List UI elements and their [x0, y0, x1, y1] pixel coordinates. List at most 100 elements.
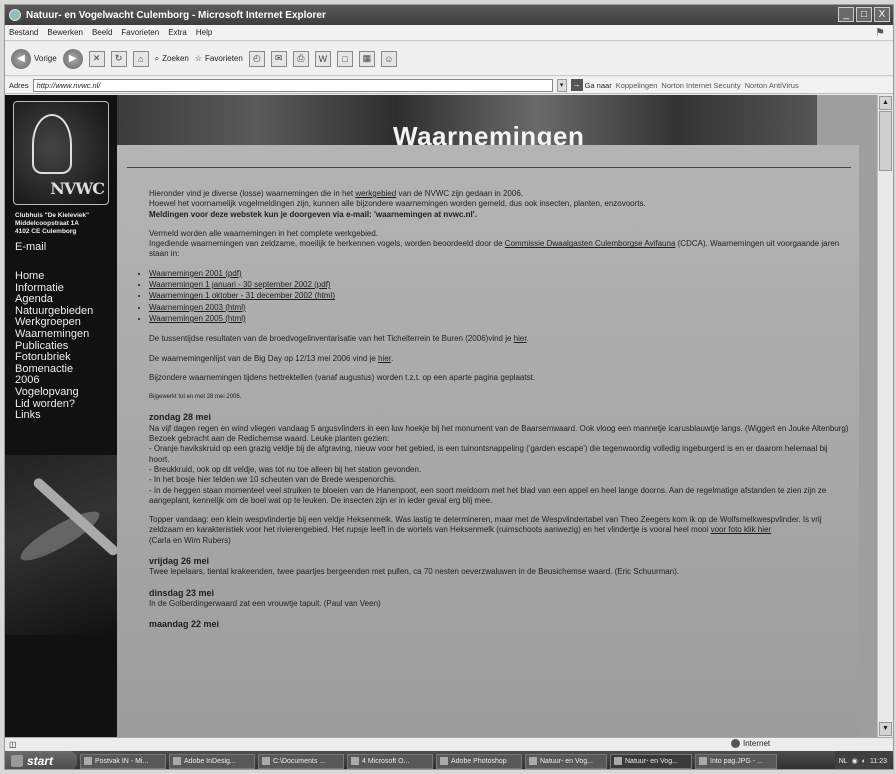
archive-link-2001[interactable]: Waarnemingen 2001 (pdf): [149, 269, 242, 278]
bigday-link[interactable]: hier: [378, 354, 391, 363]
task-office[interactable]: 4 Microsoft O...: [347, 753, 433, 769]
werkgebied-link[interactable]: werkgebied: [355, 189, 396, 198]
ie-icon: [529, 757, 537, 765]
print-icon[interactable]: ⎙: [292, 50, 309, 67]
tray-icon[interactable]: ◐: [862, 758, 866, 765]
archive-link-2005[interactable]: Waarnemingen 2005 (html): [149, 314, 246, 323]
research-icon[interactable]: ▦: [358, 50, 375, 67]
intro-paragraph: Hieronder vind je diverse (losse) waarne…: [149, 189, 849, 220]
task-ie-2[interactable]: Natuur- en Vog...: [610, 753, 692, 769]
task-indesign[interactable]: Adobe InDesig...: [169, 753, 255, 769]
nvwc-logo[interactable]: NVWC: [13, 101, 109, 205]
task-photoshop[interactable]: Adobe Photoshop: [436, 753, 522, 769]
scroll-down-icon[interactable]: ▼: [879, 722, 892, 736]
main-content: Hieronder vind je diverse (losse) waarne…: [117, 145, 859, 737]
home-icon[interactable]: ⌂: [132, 50, 149, 67]
start-button[interactable]: start: [5, 751, 77, 769]
nav-item-links[interactable]: Links: [15, 410, 93, 422]
system-tray: NL ◉ ◐ 11:23: [834, 751, 891, 769]
favorites-button[interactable]: ☆ Favorieten: [195, 54, 243, 63]
refresh-icon[interactable]: ↻: [110, 50, 127, 67]
status-bar: ◫ Internet: [5, 737, 893, 751]
browser-window: Natuur- en Vogelwacht Culemborg - Micros…: [4, 4, 894, 770]
menu-extra[interactable]: Extra: [168, 28, 187, 37]
archive-item: Waarnemingen 2003 (html): [149, 303, 849, 313]
nav-item-vogelopvang[interactable]: Vogelopvang: [15, 386, 93, 399]
scroll-thumb[interactable]: [879, 111, 892, 171]
norton-security-label[interactable]: Norton Internet Security: [661, 81, 740, 90]
page-viewport: NVWC Clubhuis "De Kieleviek" Middelcoops…: [5, 95, 879, 737]
address-bar: Adres http://www.nvwc.nl/ ▾ → Ga naar Ko…: [5, 77, 893, 94]
edit-icon[interactable]: W: [314, 50, 331, 67]
day-heading: dinsdag 23 mei: [149, 587, 215, 598]
broedvogel-link[interactable]: hier: [514, 334, 527, 343]
nav-item-home[interactable]: Home: [15, 270, 93, 283]
observation-text: - Breukkruid, ook op dit veldje, was tot…: [149, 464, 422, 474]
menu-beeld[interactable]: Beeld: [92, 28, 112, 37]
indesign-icon: [173, 757, 181, 765]
stop-icon[interactable]: ✕: [88, 50, 105, 67]
norton-antivirus-label[interactable]: Norton AntiVirus: [745, 81, 799, 90]
nav-item-fotorubriek[interactable]: Fotorubriek: [15, 352, 93, 364]
email-link[interactable]: E-mail: [15, 241, 46, 253]
search-icon: ⌕: [154, 53, 160, 63]
bigday-text: .: [390, 353, 394, 363]
intro-text: Hieronder vind je diverse (losse) waarne…: [149, 189, 356, 198]
cdca-link[interactable]: Commissie Dwaalgasten Culemborgse Avifau…: [505, 239, 676, 248]
task-outlook[interactable]: Postvak IN - Mi...: [80, 753, 166, 769]
scroll-up-icon[interactable]: ▲: [879, 96, 892, 110]
window-controls: _ □ X: [838, 7, 890, 22]
observation-author: (Carla en Wim Rubers): [149, 535, 231, 545]
observation-text: Bezoek gebracht aan de Redichemse waard.…: [149, 434, 390, 444]
archive-link-2002a[interactable]: Waarnemingen 1 januari - 30 september 20…: [149, 280, 331, 289]
address-dropdown-icon[interactable]: ▾: [556, 78, 567, 92]
page-icon: ◫: [9, 740, 17, 749]
task-image[interactable]: Into pag.JPG - ...: [695, 753, 777, 769]
zone-label: Internet: [743, 739, 771, 748]
menu-bestand[interactable]: Bestand: [9, 28, 38, 37]
broedvogel-text: De tussentijdse resultaten van de broedv…: [149, 334, 514, 344]
search-button[interactable]: ⌕ Zoeken: [155, 54, 189, 64]
back-button[interactable]: ◀ Vorige: [11, 48, 57, 69]
nav-item-waarnemingen[interactable]: Waarnemingen: [15, 328, 93, 341]
title-bar: Natuur- en Vogelwacht Culemborg - Micros…: [5, 5, 893, 25]
tree-icon: [32, 114, 72, 174]
task-label: Into pag.JPG - ...: [710, 757, 763, 765]
history-icon[interactable]: ◴: [248, 50, 265, 67]
taskbar: start Postvak IN - Mi... Adobe InDesig..…: [5, 751, 893, 769]
language-indicator[interactable]: NL: [839, 758, 848, 765]
maximize-button[interactable]: □: [856, 7, 872, 22]
task-ie-1[interactable]: Natuur- en Vog...: [525, 753, 607, 769]
broedvogel-paragraph: De tussentijdse resultaten van de broedv…: [149, 334, 849, 344]
discuss-icon[interactable]: □: [336, 50, 353, 67]
mail-icon[interactable]: ✉: [270, 50, 287, 67]
task-explorer[interactable]: C:\Documents ...: [258, 753, 344, 769]
links-label[interactable]: Koppelingen: [616, 81, 658, 90]
minimize-button[interactable]: _: [838, 7, 854, 22]
archive-link-2002b[interactable]: Waarnemingen 1 oktober - 31 december 200…: [149, 291, 335, 300]
observation-entry: In de Golberdingerwaard zat een vrouwtje…: [149, 598, 381, 608]
bigday-text: De waarnemingenlijst van de Big Day op 1…: [149, 353, 379, 363]
content-text: Hieronder vind je diverse (losse) waarne…: [149, 189, 849, 631]
photo-link[interactable]: voor foto klik hier: [711, 525, 771, 534]
go-button[interactable]: → Ga naar: [570, 79, 612, 91]
address-label: Adres: [9, 80, 29, 90]
word-icon: [351, 757, 359, 765]
forward-button[interactable]: ▶: [62, 48, 83, 69]
go-label: Ga naar: [584, 80, 612, 90]
menu-bewerken[interactable]: Bewerken: [47, 28, 83, 37]
folder-icon: [262, 757, 270, 765]
observation-text: - Oranje havikskruid op een grazig veldj…: [149, 444, 828, 464]
address-input[interactable]: http://www.nvwc.nl/: [32, 78, 553, 92]
region-paragraph: Vermeld worden alle waarnemingen in het …: [149, 229, 849, 260]
menu-favorieten[interactable]: Favorieten: [121, 28, 159, 37]
intro-text: Hoewel het voornamelijk vogelmeldingen z…: [149, 199, 646, 209]
tray-icon[interactable]: ◉: [852, 757, 858, 765]
menu-help[interactable]: Help: [196, 28, 212, 37]
vertical-scrollbar[interactable]: ▲ ▼: [877, 95, 893, 737]
close-button[interactable]: X: [874, 7, 890, 22]
archive-link-2003[interactable]: Waarnemingen 2003 (html): [149, 303, 246, 312]
broedvogel-text: .: [526, 334, 529, 344]
messenger-icon[interactable]: ☺: [380, 50, 397, 67]
heading-divider: [127, 167, 851, 168]
